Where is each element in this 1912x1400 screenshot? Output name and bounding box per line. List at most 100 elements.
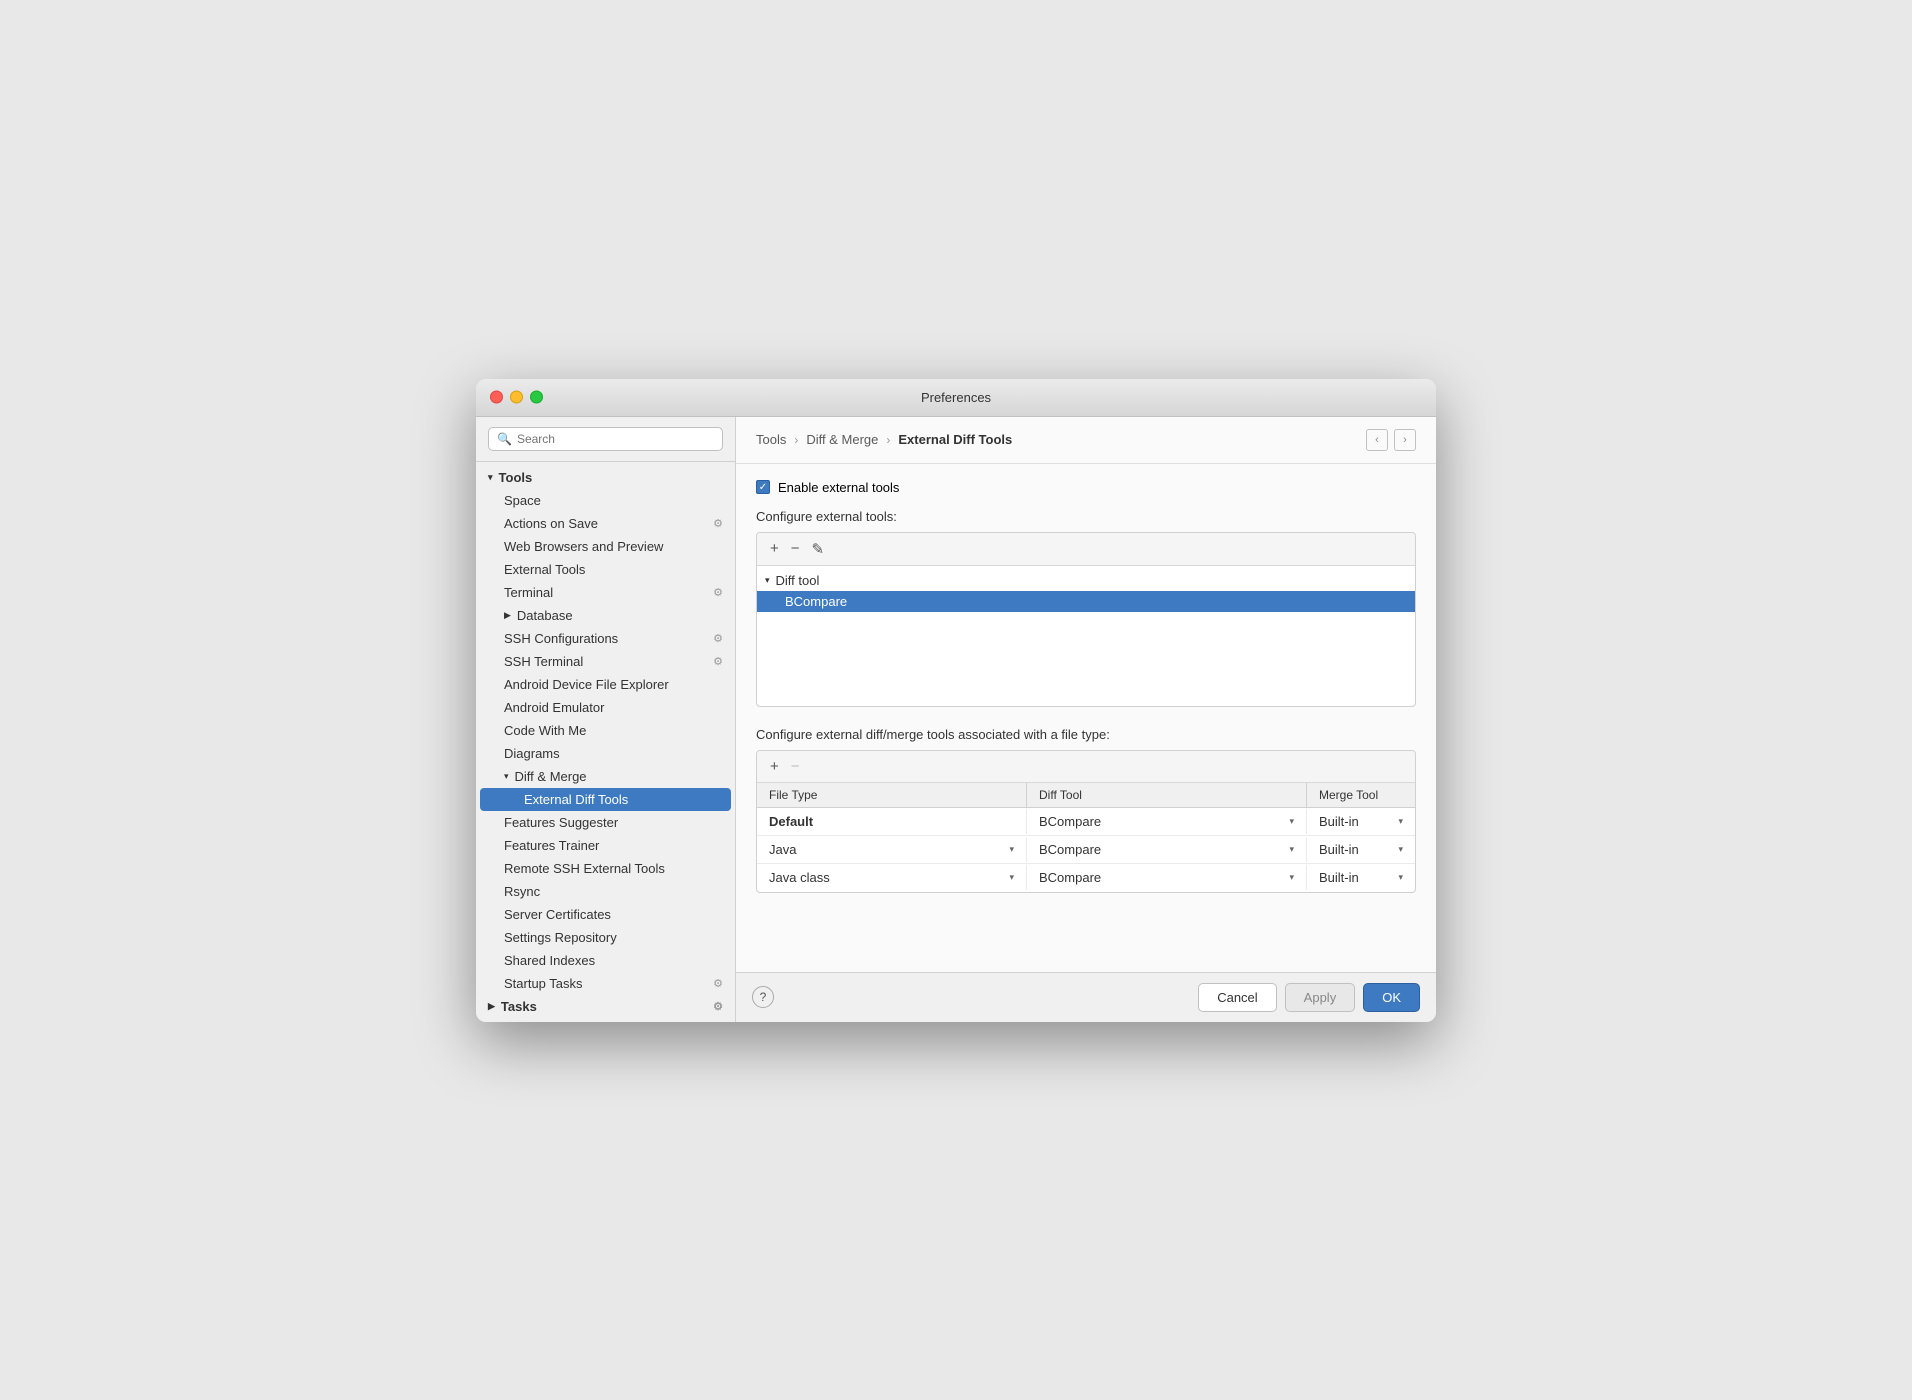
table-header: File Type Diff Tool Merge Tool (757, 783, 1415, 808)
dropdown-arrow-icon[interactable]: ▾ (1289, 844, 1294, 855)
nav-forward-button[interactable]: › (1394, 429, 1416, 451)
sidebar-item-label: External Diff Tools (524, 792, 628, 807)
cancel-button[interactable]: Cancel (1198, 983, 1276, 1012)
minimize-button[interactable] (510, 391, 523, 404)
breadcrumb-nav: ‹ › (1366, 429, 1416, 451)
settings-icon: ⚙ (713, 632, 723, 645)
sidebar-item-label: Remote SSH External Tools (504, 861, 665, 876)
table-row: Java class ▾ BCompare ▾ Built-in ▾ (757, 864, 1415, 892)
sidebar-item-label: Startup Tasks (504, 976, 583, 991)
settings-icon: ⚙ (713, 977, 723, 990)
sidebar-item-features-suggester[interactable]: Features Suggester (476, 811, 735, 834)
dropdown-arrow-icon[interactable]: ▾ (1009, 872, 1014, 883)
sidebar-item-label: Tools (499, 470, 533, 485)
search-area: 🔍 (476, 417, 735, 462)
search-icon: 🔍 (497, 432, 512, 446)
main-content: 🔍 ▾ Tools Space Actions on Save ⚙ (476, 417, 1436, 1022)
remove-tool-button[interactable]: − (786, 538, 805, 559)
tool-toolbar: + − ✎ (757, 533, 1415, 566)
tree-group-diff-tool[interactable]: ▾ Diff tool (757, 570, 1415, 591)
settings-icon: ⚙ (713, 586, 723, 599)
close-button[interactable] (490, 391, 503, 404)
tool-section: + − ✎ ▾ Diff tool BCompare (756, 532, 1416, 707)
cell-file-type-default: Default (757, 809, 1027, 834)
sidebar-item-label: Android Device File Explorer (504, 677, 669, 692)
sidebar-item-database[interactable]: ▶ Database (476, 604, 735, 627)
apply-button[interactable]: Apply (1285, 983, 1356, 1012)
breadcrumb: Tools › Diff & Merge › External Diff Too… (736, 417, 1436, 464)
sidebar-item-label: Diff & Merge (515, 769, 587, 784)
sidebar-item-diff-merge[interactable]: ▾ Diff & Merge (476, 765, 735, 788)
nav-back-button[interactable]: ‹ (1366, 429, 1388, 451)
sidebar-item-android-emulator[interactable]: Android Emulator (476, 696, 735, 719)
sidebar-item-diagrams[interactable]: Diagrams (476, 742, 735, 765)
configure-filetable-label: Configure external diff/merge tools asso… (756, 727, 1416, 742)
sidebar-item-settings-repo[interactable]: Settings Repository (476, 926, 735, 949)
configure-label: Configure external tools: (756, 509, 1416, 524)
sidebar-item-tools[interactable]: ▾ Tools (476, 466, 735, 489)
sidebar-item-external-tools[interactable]: External Tools (476, 558, 735, 581)
filetable-body: Default BCompare ▾ Built-in ▾ (757, 808, 1415, 892)
dropdown-arrow-icon[interactable]: ▾ (1009, 844, 1014, 855)
breadcrumb-tools[interactable]: Tools (756, 432, 786, 447)
sidebar-item-terminal[interactable]: Terminal ⚙ (476, 581, 735, 604)
dropdown-arrow-icon[interactable]: ▾ (1398, 872, 1403, 883)
sidebar-item-code-with-me[interactable]: Code With Me (476, 719, 735, 742)
dropdown-arrow-icon[interactable]: ▾ (1398, 816, 1403, 827)
enable-checkbox[interactable]: ✓ (756, 480, 770, 494)
ok-button[interactable]: OK (1363, 983, 1420, 1012)
breadcrumb-sep1: › (794, 433, 798, 447)
table-row: Java ▾ BCompare ▾ Built-in ▾ (757, 836, 1415, 864)
col-diff-tool: Diff Tool (1027, 783, 1307, 807)
cell-file-type-java: Java ▾ (757, 837, 1027, 862)
sidebar-item-server-certs[interactable]: Server Certificates (476, 903, 735, 926)
sidebar-list: ▾ Tools Space Actions on Save ⚙ Web Brow… (476, 462, 735, 1022)
col-merge-tool: Merge Tool (1307, 783, 1415, 807)
breadcrumb-current: External Diff Tools (898, 432, 1012, 447)
sidebar-item-features-trainer[interactable]: Features Trainer (476, 834, 735, 857)
sidebar-item-label: Space (504, 493, 541, 508)
edit-tool-button[interactable]: ✎ (807, 538, 830, 560)
maximize-button[interactable] (530, 391, 543, 404)
sidebar-item-tasks[interactable]: ▶ Tasks ⚙ (476, 995, 735, 1018)
bottom-buttons: Cancel Apply OK (1198, 983, 1420, 1012)
sidebar-item-shared-indexes[interactable]: Shared Indexes (476, 949, 735, 972)
sidebar-item-label: Settings Repository (504, 930, 617, 945)
sidebar-item-label: Features Trainer (504, 838, 599, 853)
sidebar-item-space[interactable]: Space (476, 489, 735, 512)
sidebar-item-label: Database (517, 608, 573, 623)
sidebar-item-external-diff-tools[interactable]: External Diff Tools (480, 788, 731, 811)
settings-icon: ⚙ (713, 655, 723, 668)
enable-row: ✓ Enable external tools (756, 480, 1416, 495)
tree-item-bcompare[interactable]: BCompare (757, 591, 1415, 612)
window-title: Preferences (921, 390, 991, 405)
col-file-type: File Type (757, 783, 1027, 807)
tree-group-label: Diff tool (776, 573, 820, 588)
sidebar-item-remote-ssh[interactable]: Remote SSH External Tools (476, 857, 735, 880)
sidebar-item-rsync[interactable]: Rsync (476, 880, 735, 903)
sidebar-item-actions-on-save[interactable]: Actions on Save ⚙ (476, 512, 735, 535)
sidebar-item-android-device[interactable]: Android Device File Explorer (476, 673, 735, 696)
bottom-bar: ? Cancel Apply OK (736, 972, 1436, 1022)
filetable-section: + − File Type Diff Tool Merge Tool Defau… (756, 750, 1416, 893)
sidebar-item-label: Code With Me (504, 723, 586, 738)
sidebar-item-startup-tasks[interactable]: Startup Tasks ⚙ (476, 972, 735, 995)
sidebar-item-web-browsers[interactable]: Web Browsers and Preview (476, 535, 735, 558)
breadcrumb-diff-merge[interactable]: Diff & Merge (806, 432, 878, 447)
add-tool-button[interactable]: + (765, 538, 784, 559)
search-input[interactable] (517, 432, 714, 446)
cell-file-type-javaclass: Java class ▾ (757, 865, 1027, 890)
help-button[interactable]: ? (752, 986, 774, 1008)
remove-filetype-button[interactable]: − (786, 756, 805, 777)
breadcrumb-sep2: › (886, 433, 890, 447)
preferences-window: Preferences 🔍 ▾ Tools Space (476, 379, 1436, 1022)
dropdown-arrow-icon[interactable]: ▾ (1289, 872, 1294, 883)
sidebar-item-label: External Tools (504, 562, 585, 577)
sidebar-item-ssh-terminal[interactable]: SSH Terminal ⚙ (476, 650, 735, 673)
sidebar-item-ssh-configurations[interactable]: SSH Configurations ⚙ (476, 627, 735, 650)
dropdown-arrow-icon[interactable]: ▾ (1398, 844, 1403, 855)
cell-diff-tool-java: BCompare ▾ (1027, 837, 1307, 862)
add-filetype-button[interactable]: + (765, 756, 784, 777)
chevron-right-icon: ▶ (504, 610, 511, 621)
dropdown-arrow-icon[interactable]: ▾ (1289, 816, 1294, 827)
